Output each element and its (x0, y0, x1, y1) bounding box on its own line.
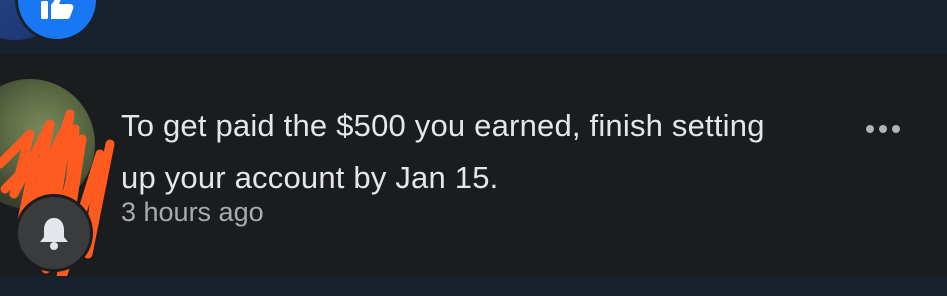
previous-notification[interactable] (0, 0, 947, 54)
notifications-page: To get paid the $500 you earned, finish … (0, 0, 947, 296)
list-divider (0, 276, 947, 296)
like-icon (41, 0, 74, 19)
notification-message: To get paid the $500 you earned, finish … (121, 108, 765, 195)
more-horizontal-icon (866, 125, 874, 133)
more-options-button[interactable] (858, 114, 908, 144)
notification-item[interactable]: To get paid the $500 you earned, finish … (0, 54, 947, 289)
notification-type-badge (15, 194, 93, 272)
bell-icon (40, 218, 68, 250)
notification-timestamp: 3 hours ago (121, 197, 264, 227)
